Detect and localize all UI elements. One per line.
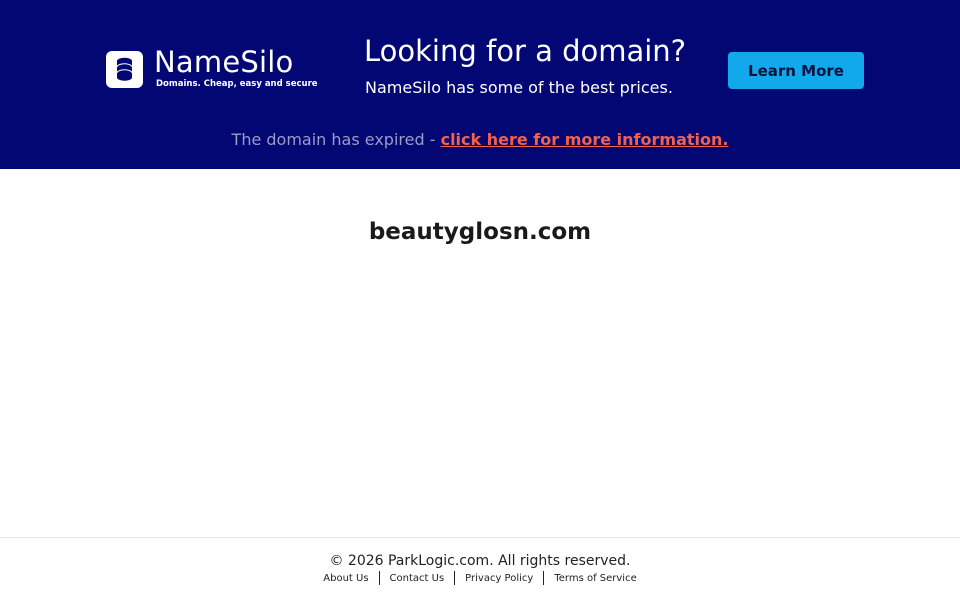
expired-notice-text: The domain has expired -	[231, 130, 441, 149]
domain-name: beautyglosn.com	[368, 219, 592, 245]
more-information-link[interactable]: click here for more information.	[441, 130, 729, 149]
footer-separator	[378, 571, 380, 585]
learn-more-button[interactable]: Learn More	[728, 52, 864, 89]
brand-name: NameSilo	[154, 45, 294, 79]
promo-title: Looking for a domain?	[364, 34, 687, 68]
footer-link-contact-us[interactable]: Contact Us	[382, 573, 453, 584]
brand-tagline: Domains. Cheap, easy and secure	[156, 79, 318, 89]
expired-notice: The domain has expired - click here for …	[0, 130, 960, 149]
footer-separator	[454, 571, 456, 585]
database-icon	[106, 51, 143, 88]
namesilo-logo[interactable]: NameSilo Domains. Cheap, easy and secure	[106, 45, 318, 91]
footer-links: About Us Contact Us Privacy Policy Terms of…	[0, 571, 960, 585]
footer-divider	[0, 537, 960, 538]
footer-copyright: © 2026 ParkLogic.com. All rights reserve…	[329, 553, 631, 569]
footer-link-privacy-policy[interactable]: Privacy Policy	[457, 573, 541, 584]
footer-link-terms-of-service[interactable]: Terms of Service	[546, 573, 644, 584]
footer-link-about-us[interactable]: About Us	[315, 573, 376, 584]
promo-subtitle: NameSilo has some of the best prices.	[365, 78, 673, 97]
header-banner: NameSilo Domains. Cheap, easy and secure…	[0, 0, 960, 169]
footer-separator	[543, 571, 545, 585]
